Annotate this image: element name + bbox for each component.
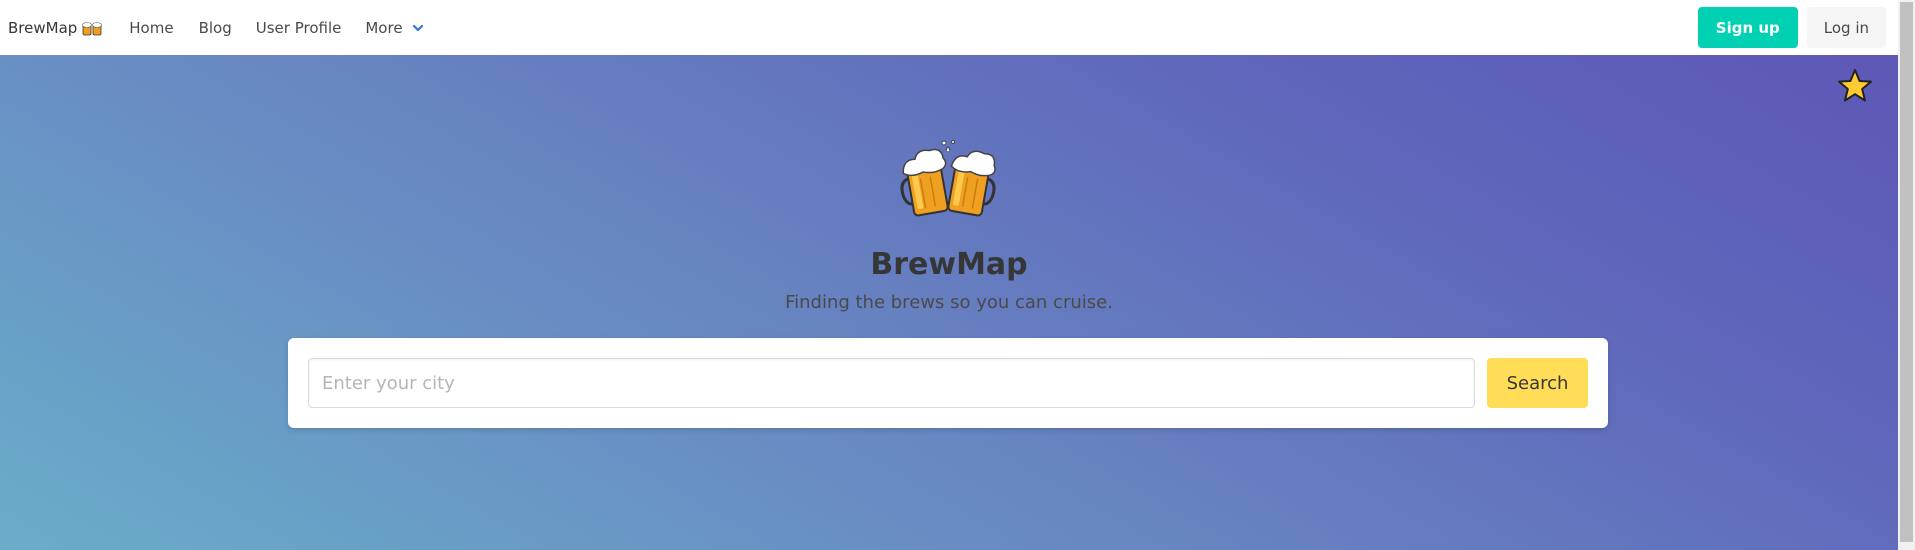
navbar-end: Sign up Log in — [1697, 7, 1886, 48]
brand-link[interactable]: BrewMap — [8, 19, 103, 37]
search-box: Search — [288, 338, 1608, 428]
search-button[interactable]: Search — [1487, 358, 1588, 408]
nav-blog[interactable]: Blog — [199, 19, 232, 37]
navbar: BrewMap Home Blog User Profile More Sign… — [0, 0, 1898, 55]
city-search-input[interactable] — [308, 358, 1475, 408]
star-icon[interactable] — [1836, 67, 1874, 105]
brand-name: BrewMap — [8, 18, 78, 37]
nav-more-dropdown[interactable]: More — [365, 19, 424, 37]
vertical-scrollbar[interactable] — [1898, 0, 1915, 550]
nav-home[interactable]: Home — [129, 19, 173, 37]
chevron-down-icon — [412, 24, 423, 31]
page-title: BrewMap — [870, 247, 1028, 282]
page-subtitle: Finding the brews so you can cruise. — [785, 292, 1113, 313]
nav-more-label: More — [365, 18, 403, 37]
hero-section: BrewMap Finding the brews so you can cru… — [0, 55, 1898, 550]
scrollbar-thumb[interactable] — [1900, 2, 1913, 542]
login-button[interactable]: Log in — [1806, 7, 1886, 48]
nav-user-profile[interactable]: User Profile — [256, 19, 342, 37]
beer-mugs-icon — [82, 21, 103, 35]
signup-button[interactable]: Sign up — [1697, 7, 1798, 48]
beer-mugs-icon — [900, 140, 996, 217]
